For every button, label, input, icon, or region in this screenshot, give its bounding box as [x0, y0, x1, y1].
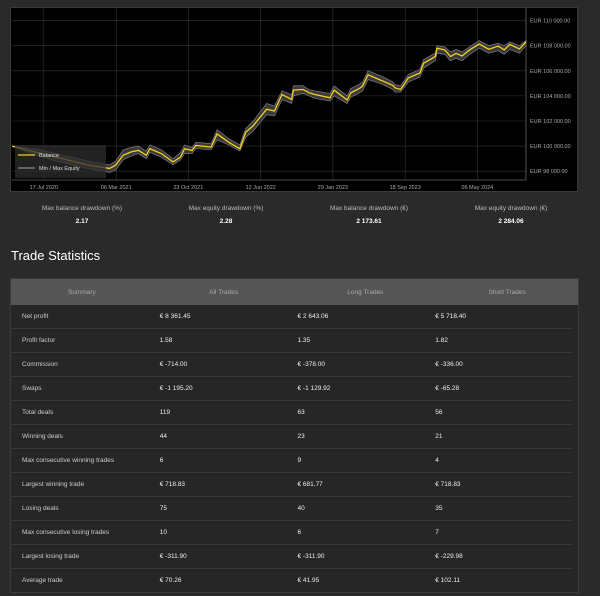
table-row: Losing deals 75 40 35 [11, 497, 573, 521]
drawdown-value: 2 284.06 [498, 218, 524, 225]
row-label: Largest losing trade [22, 553, 80, 560]
drawdown-label: Max equity drawdown (€) [474, 205, 548, 212]
table-cell: 63 [297, 409, 305, 416]
drawdown-value: 2.17 [75, 218, 89, 225]
y-tick-label: EUR 106 000.00 [530, 69, 571, 75]
drawdown-stat: Max equity drawdown (€) 2 284.06 [441, 205, 581, 225]
row-label: Max consecutive winning trades [22, 457, 115, 464]
row-label: Swaps [22, 385, 42, 392]
row-label: Average trade [22, 577, 63, 584]
drawdown-stat: Max equity drawdown (%) 2.28 [156, 205, 296, 225]
table-cell: 35 [435, 505, 443, 512]
table-cell: € 718.83 [435, 481, 461, 488]
trade-statistics-table: Summary All Trades Long Trades Short Trades… [10, 278, 579, 593]
y-tick-label: EUR 104 000.00 [530, 94, 571, 100]
x-tick-label: 06 May 2024 [461, 185, 493, 191]
table-cell: € -378.00 [297, 361, 325, 368]
x-tick-label: 18 Sep 2023 [390, 185, 421, 191]
table-cell: 9 [297, 457, 302, 464]
table-cell: 7 [435, 529, 439, 536]
trade-statistics-title: Trade Statistics [11, 248, 101, 263]
table-cell: 1.58 [159, 337, 173, 344]
row-label: Net profit [22, 313, 49, 320]
table-cell: € 2 643.06 [297, 313, 329, 320]
table-cell: 56 [435, 409, 443, 416]
table-cell: 6 [297, 529, 302, 536]
table-cell: € 681.77 [297, 481, 323, 488]
drawdown-label: Max balance drawdown (€) [329, 205, 409, 212]
y-tick-label: EUR 102 000.00 [530, 119, 571, 125]
table-cell: 23 [297, 433, 305, 440]
table-cell: 10 [159, 529, 167, 536]
row-label: Largest winning trade [22, 481, 85, 488]
y-tick-label: EUR 110 000.00 [530, 19, 570, 25]
drawdown-stat: Max balance drawdown (€) 2 173.61 [299, 205, 439, 225]
column-header: All Trades [209, 288, 239, 296]
y-tick-label: EUR 100 000.00 [530, 144, 571, 150]
table-cell: € 70.26 [159, 577, 182, 584]
table-cell: € -336.00 [435, 361, 463, 368]
table-cell: € -714.00 [159, 361, 188, 368]
table-cell: 119 [159, 409, 171, 416]
column-header: Summary [67, 288, 96, 296]
table-cell: € -229.98 [435, 553, 463, 560]
y-tick-label: EUR 98 000.00 [530, 169, 568, 175]
table-cell: € -1 129.92 [297, 385, 331, 392]
table-cell: 1.35 [297, 337, 311, 344]
table-row: Max consecutive losing trades 10 6 7 [11, 521, 573, 545]
drawdown-label: Max equity drawdown (%) [188, 205, 264, 212]
table-cell: 40 [297, 505, 305, 512]
table-row: Largest winning trade € 718.83 € 681.77 € 7… [11, 473, 573, 497]
table-row: Swaps € -1 195.20 € -1 129.92 € -65.28 [11, 377, 573, 401]
table-row: Net profit € 8 361.45 € 2 643.06 € 5 718.40 [11, 305, 573, 329]
table-cell: € -311.90 [297, 553, 325, 560]
legend-equity-label: Min / Max Equity [39, 166, 80, 172]
table-header: Summary All Trades Long Trades Short Trades [11, 279, 578, 305]
x-tick-label: 29 Jan 2023 [318, 185, 348, 191]
table-cell: € 5 718.40 [435, 313, 466, 320]
table-cell: € 102.11 [435, 577, 461, 584]
table-cell: 1.82 [435, 337, 448, 344]
table-cell: € 41.95 [297, 577, 320, 584]
table-cell: € 718.83 [159, 481, 186, 488]
column-header: Short Trades [488, 288, 526, 296]
chart-svg: EUR 110 000.00 EUR 108 000.00 EUR 106 000.… [11, 8, 571, 191]
legend-box [15, 145, 106, 178]
row-label: Total deals [22, 409, 54, 416]
table-row: Largest losing trade € -311.90 € -311.90 € … [11, 545, 573, 569]
table-cell: 21 [435, 433, 443, 440]
drawdown-value: 2 173.61 [356, 218, 382, 225]
row-label: Profit factor [22, 337, 56, 344]
row-label: Commission [22, 361, 58, 368]
table-cell: € -65.28 [435, 385, 460, 392]
drawdown-label: Max balance drawdown (%) [41, 205, 123, 212]
x-tick-label: 17 Jul 2020 [30, 185, 58, 191]
table-cell: 44 [159, 433, 167, 440]
table-row: Max consecutive winning trades 6 9 4 [11, 449, 573, 473]
table-cell: € -311.90 [159, 553, 187, 560]
x-tick-label: 12 Jun 2022 [246, 185, 276, 191]
table-cell: 6 [159, 457, 164, 464]
table-cell: 75 [159, 505, 167, 512]
drawdown-stat: Max balance drawdown (%) 2.17 [12, 205, 152, 225]
table-cell: € -1 195.20 [159, 385, 193, 392]
row-label: Max consecutive losing trades [22, 529, 110, 536]
legend-balance-label: Balance [39, 153, 59, 159]
row-label: Winning deals [22, 433, 63, 440]
table-row: Total deals 119 63 56 [11, 401, 573, 425]
table-row: Winning deals 44 23 21 [11, 425, 573, 449]
x-tick-label: 06 Mar 2021 [101, 185, 132, 191]
table-cell: 4 [435, 457, 439, 464]
y-tick-label: EUR 108 000.00 [530, 44, 571, 50]
column-header: Long Trades [347, 288, 384, 296]
table-cell: € 8 361.45 [159, 313, 191, 320]
table-row: Commission € -714.00 € -378.00 € -336.00 [11, 353, 573, 377]
drawdown-value: 2.28 [219, 218, 233, 225]
table-row: Profit factor 1.58 1.35 1.82 [11, 329, 573, 353]
table-row: Average trade € 70.26 € 41.95 € 102.11 [11, 569, 573, 592]
x-tick-label: 23 Oct 2021 [173, 185, 203, 191]
balance-equity-chart: EUR 110 000.00 EUR 108 000.00 EUR 106 000.… [10, 7, 578, 192]
row-label: Losing deals [22, 505, 59, 512]
